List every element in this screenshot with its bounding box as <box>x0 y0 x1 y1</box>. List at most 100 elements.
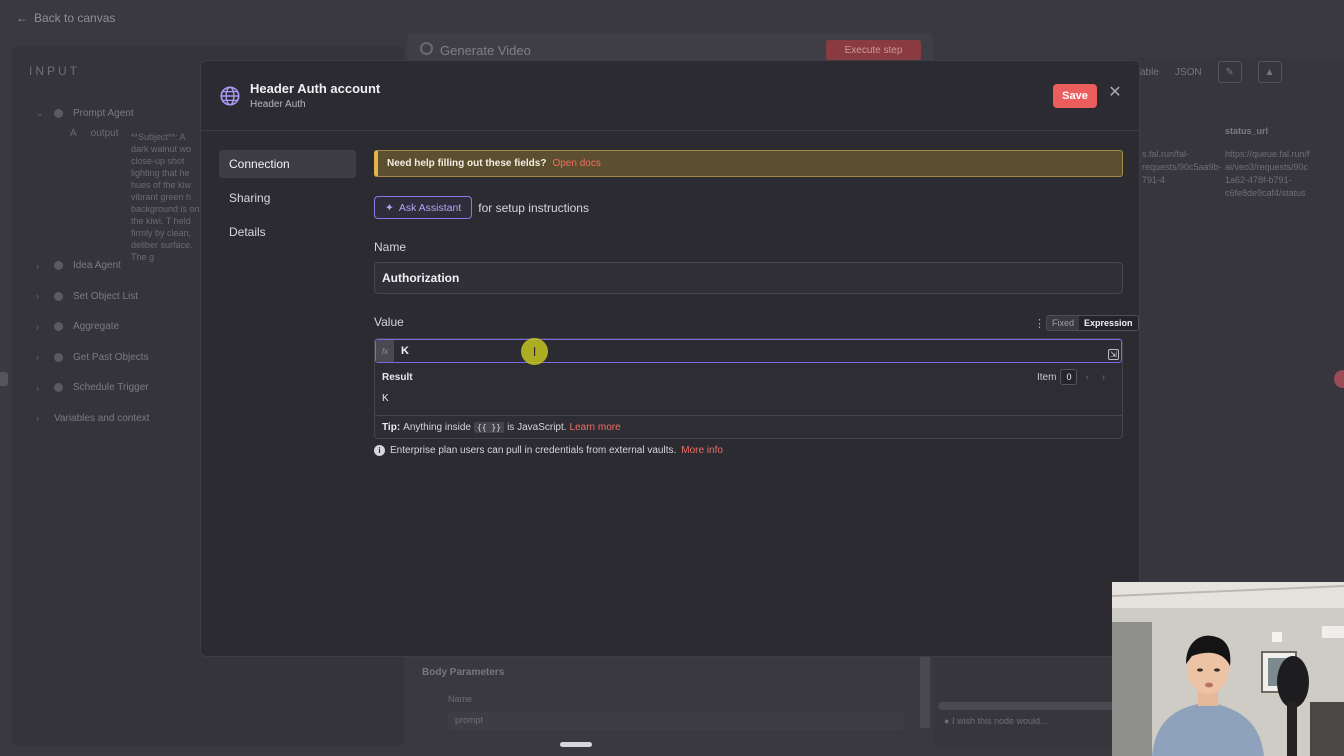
panel-collapse-handle[interactable] <box>0 372 8 386</box>
back-to-canvas-label: Back to canvas <box>34 11 116 25</box>
presenter-video <box>1112 582 1344 756</box>
feedback-link[interactable]: ● I wish this node would... <box>944 716 1048 726</box>
webcam-overlay <box>1112 582 1344 756</box>
chevron-right-icon: › <box>36 321 39 332</box>
output-field: A output <box>70 128 118 139</box>
tree-item-schedule-trigger[interactable]: › Schedule Trigger <box>36 373 149 404</box>
vertical-scrollbar[interactable] <box>920 656 930 728</box>
ask-assistant-button[interactable]: ✦ Ask Assistant <box>374 196 473 219</box>
mouse-cursor-highlight: I <box>521 338 548 365</box>
output-view-tabs: Table JSON ✎ ▲ <box>1135 61 1282 83</box>
value-mode-toggle: ⋮ Fixed Expression <box>1034 315 1139 331</box>
mode-switch: Fixed Expression <box>1046 315 1139 331</box>
tree-item-set-object-list[interactable]: › Set Object List <box>36 281 149 312</box>
name-field-label: Name <box>374 240 407 254</box>
enterprise-note: i Enterprise plan users can pull in cred… <box>374 445 723 456</box>
chevron-left-icon[interactable]: ‹ <box>1081 372 1093 383</box>
col-header-status-url: status_url <box>1225 126 1269 136</box>
node-icon <box>420 42 433 55</box>
back-to-canvas-link[interactable]: ← Back to canvas <box>16 11 115 25</box>
param-name-input[interactable]: prompt <box>448 712 904 730</box>
lightbulb-icon: ● <box>944 716 950 726</box>
mode-fixed-option[interactable]: Fixed <box>1047 316 1079 330</box>
node-icon <box>54 291 63 301</box>
modal-side-nav: Connection Sharing Details <box>219 150 356 252</box>
nav-item-sharing[interactable]: Sharing <box>219 184 356 212</box>
chevron-right-icon[interactable]: › <box>1097 372 1109 383</box>
expression-editor: fx K ⇲ Result Item 0 ‹ › K Tip: Anything… <box>374 338 1123 439</box>
expression-input[interactable]: fx K <box>375 339 1122 363</box>
credential-modal: Header Auth account Header Auth Save ✕ C… <box>200 60 1140 657</box>
node-icon <box>54 322 63 332</box>
tree-item-label: Get Past Objects <box>73 351 149 363</box>
learn-more-link[interactable]: Learn more <box>570 422 621 433</box>
tip-row: Tip: Anything inside {{ }} is JavaScript… <box>375 415 1122 439</box>
sparkle-icon: ✦ <box>385 201 394 214</box>
more-options-icon[interactable]: ⋮ <box>1034 317 1045 330</box>
execute-step-button[interactable]: Execute step <box>826 40 921 60</box>
expression-value: K <box>401 345 409 357</box>
body-parameters-label: Body Parameters <box>422 667 505 678</box>
assistant-row: ✦ Ask Assistant for setup instructions <box>374 196 589 219</box>
tip-suffix: is JavaScript. <box>507 422 567 433</box>
drag-handle[interactable] <box>560 742 592 747</box>
node-icon <box>54 383 63 393</box>
modal-header: Header Auth account Header Auth Save ✕ <box>201 61 1139 131</box>
enterprise-text: Enterprise plan users can pull in creden… <box>390 445 677 456</box>
tree-item-label: Idea Agent <box>73 260 121 272</box>
tree-item-label: Prompt Agent <box>73 107 134 119</box>
tip-code: {{ }} <box>473 422 505 433</box>
tree-item-variables[interactable]: › Variables and context <box>36 403 149 434</box>
tab-json[interactable]: JSON <box>1175 67 1202 78</box>
info-icon: i <box>374 445 385 456</box>
chevron-right-icon: › <box>36 260 39 271</box>
output-type-label: A <box>70 128 77 139</box>
chevron-right-icon: › <box>36 291 39 302</box>
nav-item-connection[interactable]: Connection <box>219 150 356 178</box>
input-panel-title: INPUT <box>29 64 80 78</box>
result-value: K <box>382 393 389 404</box>
save-button[interactable]: Save <box>1053 84 1097 108</box>
tree-item-label: Schedule Trigger <box>73 382 149 394</box>
pin-icon[interactable]: ▲ <box>1257 61 1282 83</box>
tip-text: Anything inside <box>403 422 471 433</box>
tip-prefix: Tip: <box>382 422 401 433</box>
feedback-label: I wish this node would... <box>951 716 1048 726</box>
edit-icon[interactable]: ✎ <box>1217 61 1242 83</box>
name-input[interactable]: Authorization <box>374 262 1123 294</box>
value-field-label: Value <box>374 315 404 329</box>
output-text: **Subject**: A dark walnut wo close-up s… <box>131 132 200 262</box>
ask-assistant-label: Ask Assistant <box>398 201 462 214</box>
more-info-link[interactable]: More info <box>681 445 723 456</box>
tree-item-get-past-objects[interactable]: › Get Past Objects <box>36 342 149 373</box>
col-cell-url: s.fal.run/fal-requests/90c5aa9b-791-4 <box>1142 149 1222 185</box>
item-number-input[interactable]: 0 <box>1060 369 1078 385</box>
node-title: Generate Video <box>440 43 531 58</box>
modal-title: Header Auth account <box>250 81 381 96</box>
help-banner: Need help filling out these fields? Open… <box>374 150 1123 177</box>
tree-item-aggregate[interactable]: › Aggregate <box>36 312 149 343</box>
close-icon[interactable]: ✕ <box>1108 83 1122 101</box>
item-label: Item <box>1037 371 1057 383</box>
result-label: Result <box>382 372 413 383</box>
chevron-down-icon: ⌄ <box>36 107 44 118</box>
chevron-right-icon: › <box>36 352 39 363</box>
text-cursor-icon: I <box>532 344 537 359</box>
nav-item-details[interactable]: Details <box>219 218 356 246</box>
horizontal-scrollbar[interactable] <box>938 702 1114 710</box>
output-label: output <box>90 128 119 139</box>
tree-item-label: Set Object List <box>73 290 139 302</box>
open-docs-link[interactable]: Open docs <box>552 158 600 169</box>
chevron-right-icon: › <box>36 382 39 393</box>
tree-item-label: Aggregate <box>73 321 120 333</box>
execute-step-label: Execute step <box>844 44 903 56</box>
modal-subtitle: Header Auth <box>250 99 306 110</box>
node-icon <box>54 261 63 271</box>
tree-item-label: Variables and context <box>54 412 150 424</box>
tree-item-prompt-agent[interactable]: ⌄ Prompt Agent <box>36 98 149 129</box>
expand-icon[interactable]: ⇲ <box>1108 349 1119 360</box>
chevron-right-icon: › <box>36 413 39 424</box>
col-cell-status-url: https://queue.fal.run/f ai/veo3/requests… <box>1225 149 1310 198</box>
globe-icon <box>220 86 240 106</box>
mode-expression-option[interactable]: Expression <box>1079 316 1138 330</box>
